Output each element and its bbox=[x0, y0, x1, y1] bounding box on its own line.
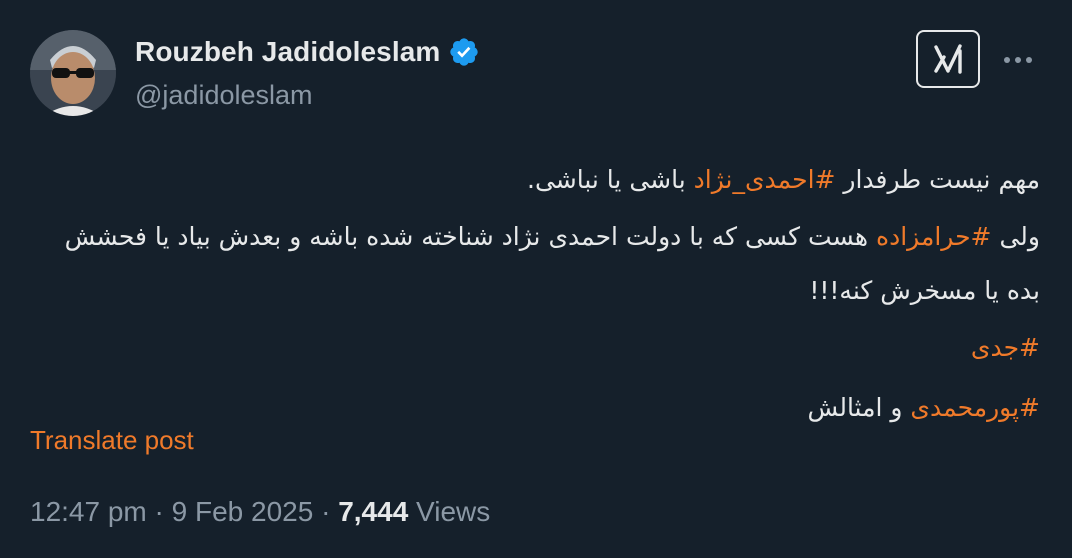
post-date[interactable]: 9 Feb 2025 bbox=[172, 496, 314, 527]
post-text-segment: ولی bbox=[991, 222, 1040, 251]
more-options-button[interactable] bbox=[998, 44, 1038, 76]
post-text-segment: باشی یا نباشی. bbox=[527, 165, 694, 194]
post-card: Rouzbeh Jadidoleslam @jadidoleslam مهم ن… bbox=[0, 0, 1072, 558]
post-line-3: #جدی bbox=[30, 318, 1040, 378]
more-dots-icon bbox=[1004, 57, 1032, 63]
avatar[interactable] bbox=[30, 30, 116, 116]
meta-separator: · bbox=[313, 496, 339, 527]
author-row: Rouzbeh Jadidoleslam bbox=[135, 36, 480, 68]
grok-button[interactable] bbox=[916, 30, 980, 88]
post-line-2: ولی #حرامزاده هست کسی که با دولت احمدی ن… bbox=[30, 210, 1040, 318]
hashtag-link[interactable]: #حرامزاده bbox=[876, 222, 992, 251]
post-time[interactable]: 12:47 pm bbox=[30, 496, 147, 527]
post-text: مهم نیست طرفدار #احمدی_نژاد باشی یا نباش… bbox=[30, 150, 1040, 438]
author-handle[interactable]: @jadidoleslam bbox=[135, 80, 313, 111]
translate-post-link[interactable]: Translate post bbox=[30, 425, 194, 456]
grok-icon bbox=[934, 44, 962, 74]
post-text-segment: مهم نیست طرفدار bbox=[835, 165, 1040, 194]
hashtag-link[interactable]: #جدی bbox=[971, 333, 1040, 362]
verified-badge-icon[interactable] bbox=[448, 36, 480, 68]
views-count: 7,444 bbox=[338, 496, 409, 527]
post-text-segment: و امثالش bbox=[807, 393, 911, 422]
meta-separator: · bbox=[146, 496, 172, 527]
display-name[interactable]: Rouzbeh Jadidoleslam bbox=[135, 36, 440, 68]
avatar-photo bbox=[30, 30, 116, 116]
hashtag-link[interactable]: #پورمحمدی bbox=[910, 393, 1040, 422]
views-label: Views bbox=[408, 496, 491, 527]
hashtag-link[interactable]: #احمدی_نژاد bbox=[694, 165, 836, 194]
post-meta: 12:47 pm · 9 Feb 2025 · 7,444 Views bbox=[30, 496, 490, 528]
post-line-1: مهم نیست طرفدار #احمدی_نژاد باشی یا نباش… bbox=[30, 150, 1040, 210]
